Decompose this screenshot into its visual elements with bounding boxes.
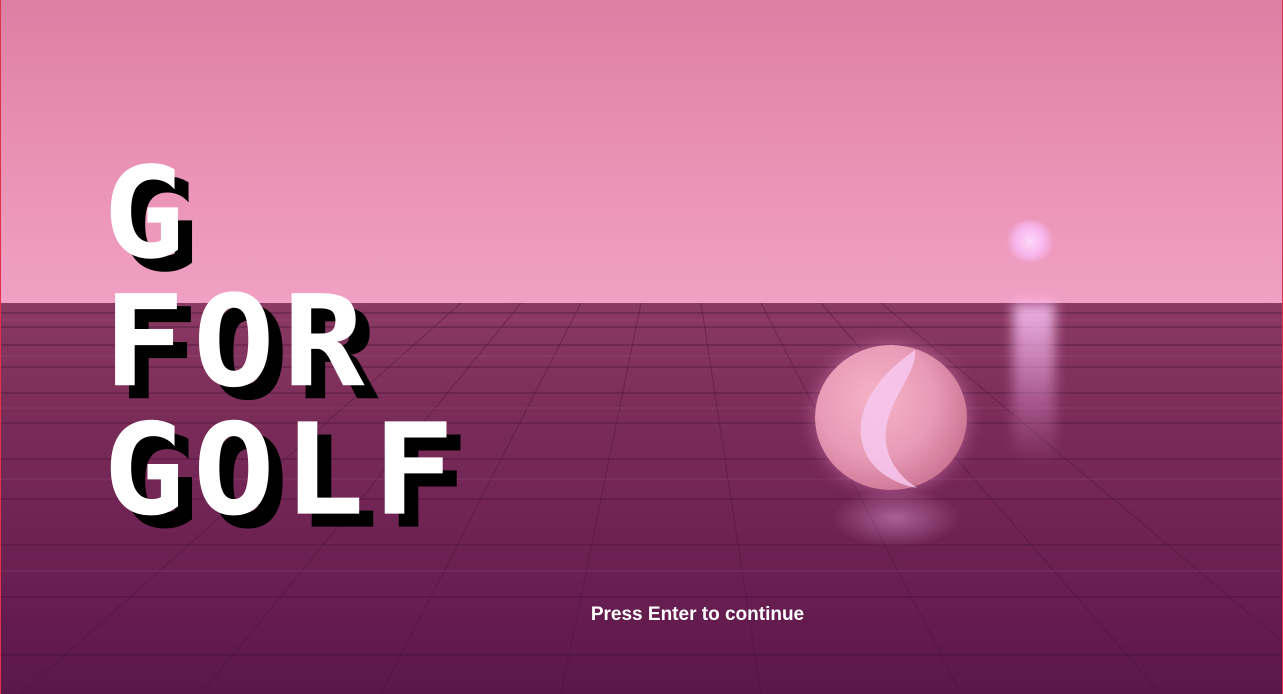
game-screen[interactable]: G FOR GOLF Press Enter to continue <box>0 0 1283 694</box>
game-title: G FOR GOLF <box>103 150 463 535</box>
ball-highlight <box>860 350 917 488</box>
press-enter-prompt: Press Enter to continue <box>590 604 805 625</box>
title-line-2: FOR <box>103 269 373 416</box>
title-line-1: G <box>103 140 193 288</box>
sun-glow <box>1006 220 1054 262</box>
ball-reflection <box>831 488 961 548</box>
sun-reflection <box>1013 303 1055 463</box>
title-line-3: GOLF <box>103 397 463 545</box>
